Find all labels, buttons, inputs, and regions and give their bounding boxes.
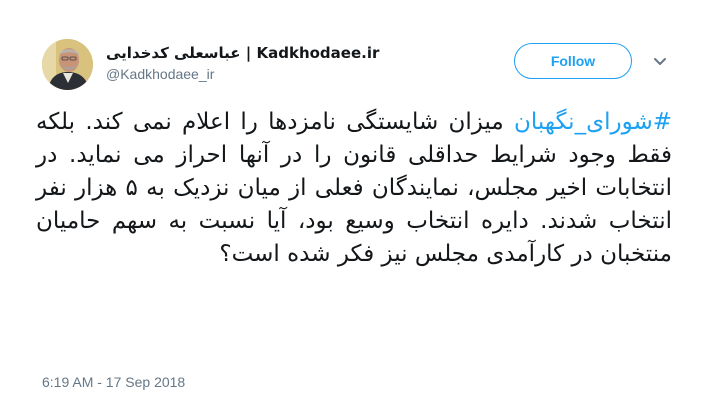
tweet-text: #شورای_نگهبان میزان شایستگی نامزدها را ا…: [36, 106, 672, 271]
chevron-down-icon[interactable]: [652, 54, 668, 68]
tweet-timestamp[interactable]: 6:19 AM - 17 Sep 2018: [42, 374, 185, 390]
author-handle[interactable]: @Kadkhodaee_ir: [106, 66, 214, 82]
author-name-row[interactable]: عباسعلی کدخدایی | Kadkhodaee.ir: [106, 43, 379, 63]
hashtag-link[interactable]: #شورای_نگهبان: [514, 109, 672, 135]
avatar[interactable]: [42, 39, 93, 90]
profile-photo-icon: [42, 39, 93, 90]
author-display-name[interactable]: عباسعلی کدخدایی | Kadkhodaee.ir: [106, 44, 379, 62]
follow-button[interactable]: Follow: [514, 43, 632, 79]
tweet-card: عباسعلی کدخدایی | Kadkhodaee.ir @Kadkhod…: [0, 0, 711, 403]
